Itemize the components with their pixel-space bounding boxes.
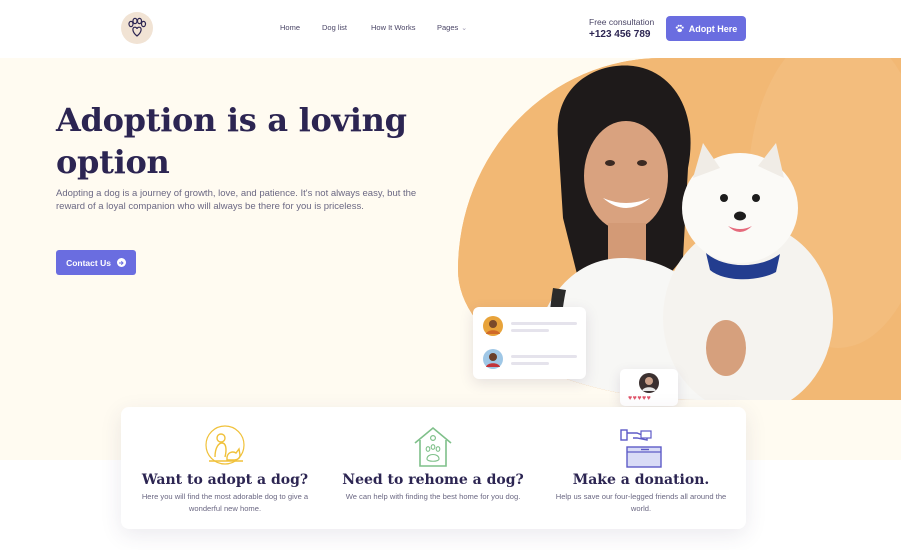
consultation-label: Free consultation: [589, 17, 655, 27]
hero-description: Adopting a dog is a journey of growth, l…: [56, 188, 417, 212]
arrow-right-icon: [116, 258, 126, 267]
avatar: [483, 349, 503, 369]
review-line: [511, 355, 577, 358]
dog-house-icon: [411, 425, 455, 469]
nav-link-pages-label: Pages: [437, 23, 459, 32]
person-with-dog-icon: [203, 425, 247, 469]
service-title: Need to rehome a dog?: [342, 472, 524, 488]
service-title: Want to adopt a dog?: [141, 472, 309, 488]
service-title: Make a donation.: [572, 472, 710, 488]
donation-box-icon: [619, 425, 663, 469]
hero-section: Adoption is a loving option Adopting a d…: [0, 58, 901, 460]
nav-link-home[interactable]: Home: [280, 23, 300, 32]
adopt-here-button[interactable]: Adopt Here: [666, 16, 746, 41]
top-navbar: Home Dog list How It Works Pages ⌄ Free c…: [0, 0, 901, 58]
hero-title: Adoption is a loving option: [56, 101, 407, 181]
service-donation[interactable]: Make a donation. Help us save our four-l…: [537, 407, 745, 529]
service-description: We can help with finding the best home f…: [345, 492, 521, 501]
service-description: Help us save our four-legged friends all…: [555, 492, 727, 513]
consultation-phone[interactable]: +123 456 789: [589, 29, 650, 40]
paw-icon: [675, 24, 684, 33]
review-line: [511, 322, 577, 325]
avatar: [639, 373, 659, 393]
adopt-here-label: Adopt Here: [688, 23, 738, 34]
chevron-down-icon: ⌄: [461, 25, 468, 32]
paw-heart-logo-icon: [128, 17, 147, 37]
review-row: [483, 316, 579, 338]
avatar: [483, 316, 503, 336]
review-row: [483, 349, 579, 371]
contact-us-label: Contact Us: [66, 257, 111, 268]
nav-link-pages[interactable]: Pages ⌄: [437, 23, 467, 32]
nav-link-dog-list[interactable]: Dog list: [322, 23, 347, 32]
contact-us-button[interactable]: Contact Us: [56, 250, 136, 275]
reviews-card: [473, 307, 586, 379]
review-line: [511, 329, 549, 332]
service-adopt[interactable]: Want to adopt a dog? Here you will find …: [121, 407, 329, 529]
rating-card: ♥♥♥♥♥: [620, 369, 678, 406]
heart-rating-icon: ♥♥♥♥♥: [628, 395, 652, 402]
review-line: [511, 362, 549, 365]
service-description: Here you will find the most adorable dog…: [141, 492, 309, 513]
service-rehome[interactable]: Need to rehome a dog? We can help with f…: [329, 407, 537, 529]
services-card: Want to adopt a dog? Here you will find …: [121, 407, 746, 529]
nav-link-how-it-works[interactable]: How It Works: [371, 23, 415, 32]
site-logo[interactable]: [121, 12, 153, 44]
